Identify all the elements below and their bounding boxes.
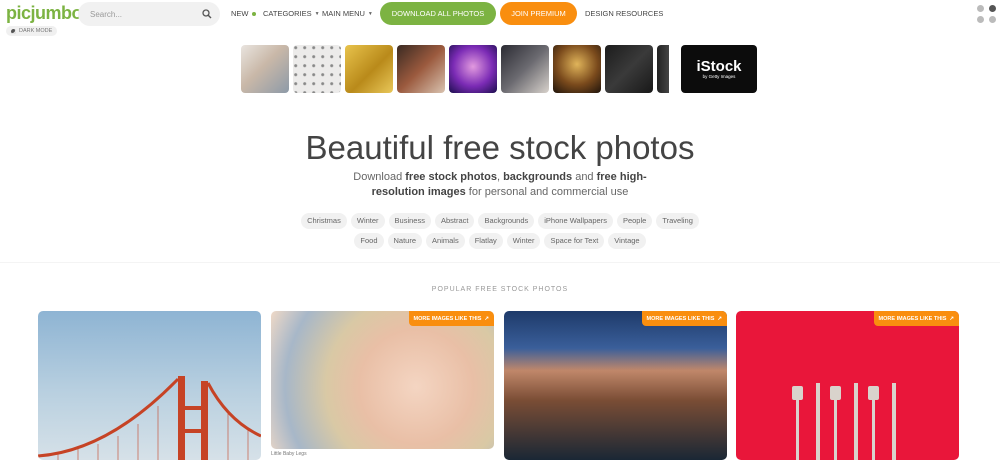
search-icon[interactable] (202, 9, 212, 19)
chevron-down-icon: ▼ (367, 10, 373, 17)
tag-flatlay[interactable]: Flatlay (468, 233, 503, 249)
ad-thumbnail-shirt[interactable] (657, 45, 677, 93)
facebook-icon[interactable] (989, 5, 996, 12)
istock-logo[interactable]: iStock by Getty Images (681, 45, 757, 93)
ad-thumbnail-gold[interactable] (345, 45, 393, 93)
nav-main-menu[interactable]: MAIN MENU ▼ (322, 9, 373, 18)
photo-card-baby[interactable]: MORE IMAGES LIKE THIS ↗ (271, 311, 494, 449)
ad-thumbnail-dark-texture[interactable] (605, 45, 653, 93)
tag-vintage[interactable]: Vintage (608, 233, 646, 249)
nav-categories-label: CATEGORIES (263, 9, 312, 18)
nav-main-menu-label: MAIN MENU (322, 9, 365, 18)
tag-nature[interactable]: Nature (387, 233, 423, 249)
more-images-label: MORE IMAGES LIKE THIS (646, 315, 715, 322)
tag-animals[interactable]: Animals (426, 233, 465, 249)
ad-thumbnail-party[interactable] (449, 45, 497, 93)
ad-thumbnail-confetti[interactable] (293, 45, 341, 93)
hero-subtitle-text: and (572, 171, 597, 183)
tag-christmas[interactable]: Christmas (301, 213, 347, 229)
hero-subtitle-text: for personal and commercial use (465, 186, 629, 198)
hero-title: Beautiful free stock photos (305, 129, 695, 166)
tag-food[interactable]: Food (354, 233, 384, 249)
tag-list-primary: Christmas Winter Business Abstract Backg… (0, 213, 1000, 229)
bridge-photo (38, 376, 261, 460)
tag-space-for-text[interactable]: Space for Text (544, 233, 605, 249)
logo[interactable]: picjumbo (6, 3, 83, 24)
tag-people[interactable]: People (616, 213, 653, 229)
chevron-down-icon: ▼ (314, 10, 320, 17)
pinterest-icon[interactable] (977, 16, 984, 23)
photo-card-bridge[interactable] (38, 311, 261, 460)
nav-design-resources[interactable]: DESIGN RESOURCES (585, 9, 663, 18)
nav-design-resources-label: DESIGN RESOURCES (585, 9, 664, 18)
moon-icon (11, 28, 16, 34)
photo-card-cutlery[interactable]: MORE IMAGES LIKE THIS ↗ (736, 311, 959, 460)
download-all-button[interactable]: DOWNLOAD ALL PHOTOS (380, 2, 496, 25)
more-images-button[interactable]: MORE IMAGES LIKE THIS ↗ (641, 311, 727, 326)
more-images-label: MORE IMAGES LIKE THIS (413, 315, 482, 322)
search-input[interactable] (88, 8, 202, 20)
section-divider (0, 262, 1000, 263)
photo-caption: Little Baby Legs (271, 451, 307, 457)
more-images-label: MORE IMAGES LIKE THIS (878, 315, 947, 322)
cutlery-photo (792, 383, 896, 460)
tag-iphone-wallpapers[interactable]: iPhone Wallpapers (538, 213, 613, 229)
ad-thumbnail-family[interactable] (241, 45, 289, 93)
photo-card-venice[interactable]: MORE IMAGES LIKE THIS ↗ (504, 311, 727, 460)
search-box (78, 2, 220, 26)
dark-mode-toggle[interactable]: DARK MODE (6, 26, 58, 36)
twitter-icon[interactable] (989, 16, 996, 23)
tag-backgrounds[interactable]: Backgrounds (478, 213, 535, 229)
tag-winter[interactable]: Winter (350, 213, 385, 229)
dark-mode-label: DARK MODE (19, 28, 53, 34)
new-indicator-dot (251, 11, 256, 16)
hero-subtitle-bold: backgrounds (503, 171, 573, 183)
tag-business[interactable]: Business (388, 213, 431, 229)
nav-new-label: NEW (231, 9, 249, 18)
more-images-button[interactable]: MORE IMAGES LIKE THIS ↗ (873, 311, 959, 326)
instagram-icon[interactable] (977, 5, 984, 12)
nav-new[interactable]: NEW (231, 9, 256, 18)
ad-thumbnail-champagne[interactable] (553, 45, 601, 93)
istock-byline: by Getty Images (702, 73, 736, 79)
tag-traveling[interactable]: Traveling (656, 213, 699, 229)
hero-subtitle-bold: free stock photos (405, 171, 497, 183)
external-link-icon: ↗ (717, 315, 722, 322)
external-link-icon: ↗ (949, 315, 954, 322)
ad-thumbnail-toast[interactable] (397, 45, 445, 93)
hero-subtitle: Download free stock photos, backgrounds … (350, 170, 650, 200)
more-images-button[interactable]: MORE IMAGES LIKE THIS ↗ (408, 311, 494, 326)
external-link-icon: ↗ (484, 315, 489, 322)
istock-name: iStock (696, 57, 742, 75)
hero-subtitle-text: Download (353, 171, 406, 183)
join-premium-button[interactable]: JOIN PREMIUM (500, 2, 577, 25)
tag-list-secondary: Food Nature Animals Flatlay Winter Space… (0, 233, 1000, 249)
ad-thumbnail-celebration[interactable] (501, 45, 549, 93)
tag-abstract[interactable]: Abstract (434, 213, 475, 229)
section-title: POPULAR FREE STOCK PHOTOS (431, 286, 569, 293)
nav-categories[interactable]: CATEGORIES ▼ (263, 9, 320, 18)
tag-winter-2[interactable]: Winter (506, 233, 541, 249)
